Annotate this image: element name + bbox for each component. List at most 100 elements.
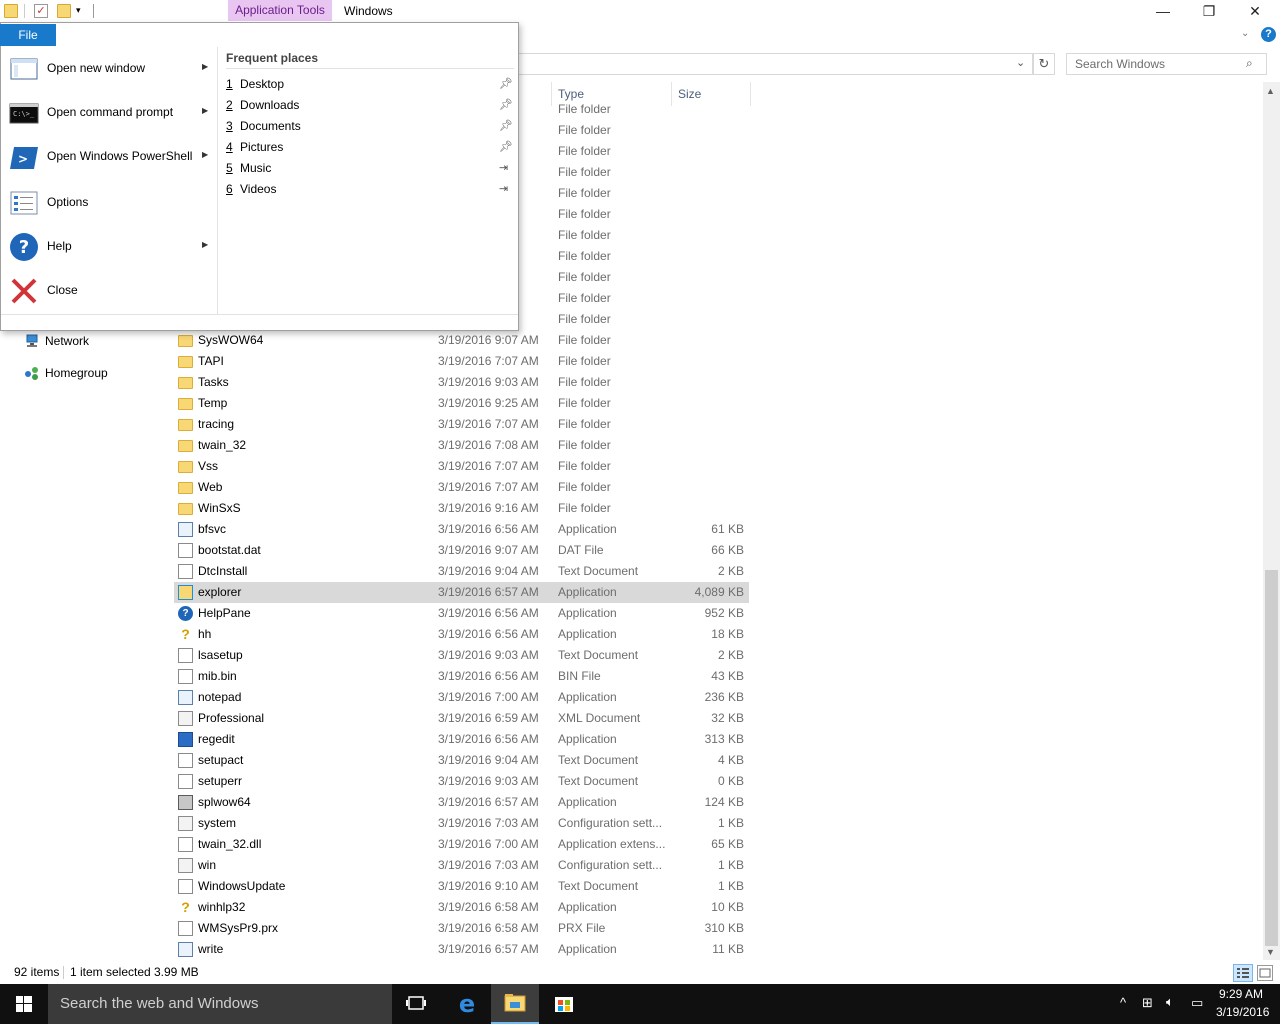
nav-item-network[interactable]: Network [24,331,89,351]
action-center-icon[interactable]: ▭ [1191,995,1203,1011]
application-tools-context-tab[interactable]: Application Tools [228,0,332,21]
show-hidden-icons-chevron-icon[interactable]: ^ [1120,995,1126,1010]
edge-browser-button[interactable]: e [443,984,491,1024]
close-window-button[interactable]: ✕ [1232,0,1278,22]
clock-date[interactable]: 3/19/2016 [1216,1005,1269,1019]
table-row[interactable]: twain_32 3/19/2016 7:08 AM File folder [174,435,749,456]
table-row[interactable]: WindowsUpdate 3/19/2016 9:10 AM Text Docum… [174,876,749,897]
address-history-chevron-icon[interactable]: ⌄ [1016,56,1025,69]
table-row[interactable]: Professional 3/19/2016 6:59 AM XML Documen… [174,708,749,729]
scroll-down-arrow-icon[interactable]: ▼ [1266,947,1275,957]
properties-icon[interactable]: ✓ [34,4,48,18]
frequent-place-videos[interactable]: 6 Videos ⇥ [226,179,516,200]
table-row[interactable]: bootstat.dat 3/19/2016 9:07 AM DAT File 66 … [174,540,749,561]
pin-icon[interactable]: ⇥ [499,179,508,200]
pin-icon[interactable]: ⇥ [499,158,508,179]
table-row[interactable]: setupact 3/19/2016 9:04 AM Text Document 4 … [174,750,749,771]
cell-name: twain_32 [198,438,247,452]
table-row[interactable]: WinSxS 3/19/2016 9:16 AM File folder [174,498,749,519]
file-menu-label: Open command prompt [47,105,174,119]
pinned-icon[interactable]: 📌︎ [499,74,513,95]
pinned-icon[interactable]: 📌︎ [499,137,513,158]
status-divider [63,966,64,979]
table-row[interactable]: notepad 3/19/2016 7:00 AM Application 236 K… [174,687,749,708]
frequent-place-desktop[interactable]: 1 Desktop 📌︎ [226,74,516,95]
restore-button[interactable]: ❐ [1186,0,1232,22]
file-tab[interactable]: File [0,24,56,46]
frequent-place-downloads[interactable]: 2 Downloads 📌︎ [226,95,516,116]
frequent-place-pictures[interactable]: 4 Pictures 📌︎ [226,137,516,158]
scroll-up-arrow-icon[interactable]: ▲ [1266,86,1275,96]
column-separator[interactable] [750,82,751,106]
taskbar-search-box[interactable]: Search the web and Windows [48,984,392,1024]
table-row[interactable]: ? hh 3/19/2016 6:56 AM Application 18 KB [174,624,749,645]
folder-icon [178,356,193,368]
cell-date-modified: 3/19/2016 9:16 AM [438,501,539,515]
table-row[interactable]: DtcInstall 3/19/2016 9:04 AM Text Document… [174,561,749,582]
table-row[interactable]: WMSysPr9.prx 3/19/2016 6:58 AM PRX File 310… [174,918,749,939]
cell-type: Configuration sett... [558,858,663,872]
table-row[interactable]: Tasks 3/19/2016 9:03 AM File folder [174,372,749,393]
pinned-icon[interactable]: 📌︎ [499,95,513,116]
table-row[interactable]: TAPI 3/19/2016 7:07 AM File folder [174,351,749,372]
clock-time[interactable]: 9:29 AM [1219,987,1263,1001]
frequent-place-documents[interactable]: 3 Documents 📌︎ [226,116,516,137]
file-menu-help[interactable]: ? Help ▶ [1,225,217,269]
address-bar[interactable] [519,53,1033,75]
table-row[interactable]: win 3/19/2016 7:03 AM Configuration sett..… [174,855,749,876]
file-menu-open-command-prompt[interactable]: C:\>_ Open command prompt ▶ [1,91,217,135]
nav-item-homegroup[interactable]: Homegroup [24,363,108,383]
large-icons-view-icon[interactable] [1257,965,1273,981]
file-menu-open-new-window[interactable]: Open new window ▶ [1,47,217,91]
frequent-place-music[interactable]: 5 Music ⇥ [226,158,516,179]
minimize-button[interactable]: — [1140,0,1186,22]
store-button[interactable] [540,984,588,1024]
folder-icon[interactable] [4,4,18,18]
cell-size: 0 KB [717,774,744,788]
table-row[interactable]: twain_32.dll 3/19/2016 7:00 AM Application… [174,834,749,855]
table-row[interactable]: explorer 3/19/2016 6:57 AM Application 4,08… [174,582,749,603]
search-input[interactable]: Search Windows [1066,53,1267,75]
svg-text:>: > [18,152,28,166]
table-row[interactable]: setuperr 3/19/2016 9:03 AM Text Document 0 … [174,771,749,792]
table-row[interactable]: Vss 3/19/2016 7:07 AM File folder [174,456,749,477]
cfg-icon [178,816,193,831]
table-row[interactable]: mib.bin 3/19/2016 6:56 AM BIN File 43 KB [174,666,749,687]
table-row[interactable]: Web 3/19/2016 7:07 AM File folder [174,477,749,498]
table-row[interactable]: tracing 3/19/2016 7:07 AM File folder [174,414,749,435]
table-row[interactable]: bfsvc 3/19/2016 6:56 AM Application 61 KB [174,519,749,540]
volume-icon[interactable]: 🔈︎ [1166,994,1174,1010]
task-view-button[interactable] [392,984,440,1024]
customize-quick-access-chevron-icon[interactable]: ▾ [76,5,81,16]
refresh-button[interactable]: ↻ [1033,53,1055,75]
frequent-place-label: Documents [240,119,301,133]
table-row[interactable]: system 3/19/2016 7:03 AM Configuration set… [174,813,749,834]
table-row[interactable]: write 3/19/2016 6:57 AM Application 11 KB [174,939,749,960]
table-row[interactable]: SysWOW64 3/19/2016 9:07 AM File folder [174,330,749,351]
scrollbar-thumb[interactable] [1265,570,1278,946]
table-row[interactable]: lsasetup 3/19/2016 9:03 AM Text Document 2 … [174,645,749,666]
help-icon: ? [9,232,39,262]
file-explorer-taskbar-button[interactable] [491,984,539,1024]
file-menu-open-windows-powershell[interactable]: > Open Windows PowerShell ▶ [1,135,217,179]
table-row[interactable]: ? winhlp32 3/19/2016 6:58 AM Application 10 … [174,897,749,918]
start-button[interactable] [0,984,48,1024]
table-row[interactable]: splwow64 3/19/2016 6:57 AM Application 124 … [174,792,749,813]
table-row[interactable]: Temp 3/19/2016 9:25 AM File folder [174,393,749,414]
cell-name: win [198,858,217,872]
cell-date-modified: 3/19/2016 6:58 AM [438,900,539,914]
network-tray-icon[interactable]: ⊞ [1142,995,1153,1011]
file-menu-close[interactable]: Close [1,269,217,313]
cell-date-modified: 3/19/2016 9:04 AM [438,753,539,767]
details-view-icon[interactable] [1233,964,1253,982]
table-row[interactable]: regedit 3/19/2016 6:56 AM Application 313 K… [174,729,749,750]
nav-item-label: Network [45,334,90,348]
pinned-icon[interactable]: 📌︎ [499,116,513,137]
file-menu-options[interactable]: Options [1,181,217,225]
expand-ribbon-chevron-icon[interactable]: ⌄ [1241,28,1249,39]
table-row[interactable]: ? HelpPane 3/19/2016 6:56 AM Application 952… [174,603,749,624]
new-folder-icon[interactable] [57,4,71,18]
help-icon[interactable]: ? [1261,27,1276,42]
cell-date-modified: 3/19/2016 9:25 AM [438,396,539,410]
cell-type: Application [558,900,617,914]
